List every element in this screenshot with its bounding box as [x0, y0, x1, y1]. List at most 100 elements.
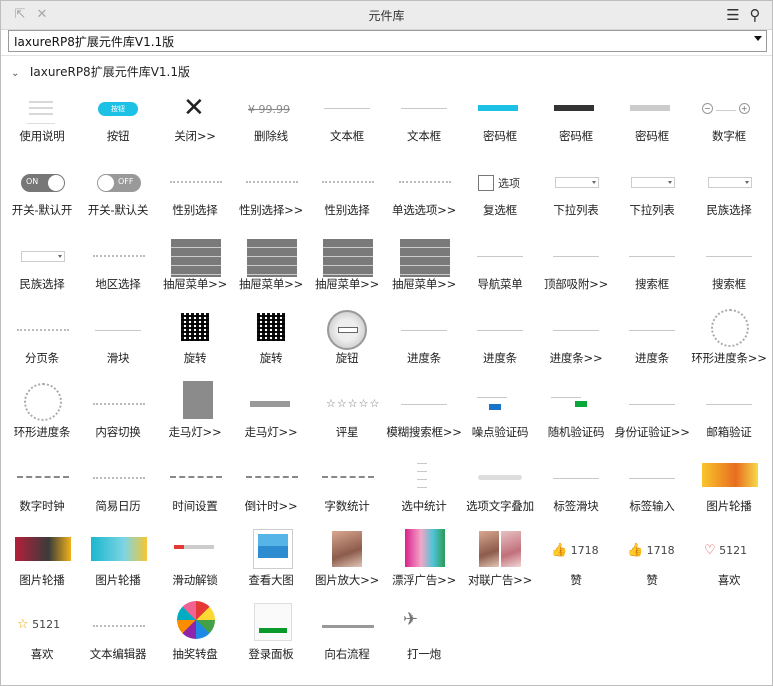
widget-item[interactable]: 滑块: [80, 309, 156, 383]
widget-label: 图片轮播: [19, 573, 65, 587]
widget-thumbnail: − +: [694, 91, 764, 127]
widget-item[interactable]: 进度条: [386, 309, 462, 383]
widget-item[interactable]: 民族选择: [4, 235, 80, 309]
widget-item[interactable]: 搜索框: [691, 235, 767, 309]
widget-item[interactable]: 👍 1718 赞: [538, 531, 614, 605]
widget-item[interactable]: 密码框: [614, 87, 690, 161]
widget-item[interactable]: 标签输入: [614, 457, 690, 531]
widget-label: 数字框: [712, 129, 746, 143]
widget-item[interactable]: 内容切换: [80, 383, 156, 457]
widget-item[interactable]: 模糊搜索框>>: [386, 383, 462, 457]
widget-item[interactable]: 对联广告>>: [462, 531, 538, 605]
widget-item[interactable]: 简易日历: [80, 457, 156, 531]
widget-item[interactable]: 密码框: [538, 87, 614, 161]
widget-item[interactable]: 环形进度条>>: [691, 309, 767, 383]
widget-item[interactable]: 数字时钟: [4, 457, 80, 531]
widget-item[interactable]: 抽屉菜单>>: [386, 235, 462, 309]
widget-item[interactable]: 向右流程: [309, 605, 385, 679]
widget-item[interactable]: 单选选项>>: [386, 161, 462, 235]
widget-item[interactable]: 👍 1718 赞: [614, 531, 690, 605]
widget-item[interactable]: 查看大图: [233, 529, 309, 605]
widget-item[interactable]: 搜索框: [614, 235, 690, 309]
library-group-label: IaxureRP8扩展元件库V1.1版: [29, 65, 190, 79]
widget-thumbnail: [541, 313, 611, 349]
widget-label: 性别选择>>: [238, 203, 304, 217]
widget-item[interactable]: 进度条>>: [538, 309, 614, 383]
widget-item[interactable]: 下拉列表: [538, 161, 614, 235]
widget-label: 时间设置: [172, 499, 218, 513]
widget-item[interactable]: 滑动解锁: [157, 531, 233, 605]
widget-item[interactable]: 文本框: [386, 87, 462, 161]
widget-thumbnail: [7, 461, 77, 497]
widget-item[interactable]: ☆☆☆☆☆ 评星: [309, 383, 385, 457]
menu-icon[interactable]: ☰: [724, 6, 742, 24]
widget-item[interactable]: 性别选择: [309, 161, 385, 235]
widget-thumbnail: ✕: [183, 93, 205, 123]
widget-thumbnail: [236, 165, 306, 201]
widget-item[interactable]: 噪点验证码: [462, 383, 538, 457]
widget-item[interactable]: 顶部吸附>>: [538, 235, 614, 309]
widget-item[interactable]: 随机验证码: [538, 383, 614, 457]
widget-item[interactable]: 按钮 按钮: [80, 87, 156, 161]
widget-item[interactable]: ☆ 5121 喜欢: [4, 605, 80, 679]
widget-item[interactable]: 文本框: [309, 87, 385, 161]
widget-item[interactable]: 环形进度条: [4, 383, 80, 457]
widget-item[interactable]: ¥ 99.99 删除线: [233, 87, 309, 161]
widget-item[interactable]: 下拉列表: [614, 161, 690, 235]
widget-item[interactable]: ✕ 关闭>>: [157, 87, 233, 161]
widget-item[interactable]: 走马灯>>: [157, 381, 233, 457]
search-icon[interactable]: ⚲: [746, 6, 764, 24]
widget-item[interactable]: 图片轮播: [80, 531, 156, 605]
widget-item[interactable]: 性别选择: [157, 161, 233, 235]
widget-item[interactable]: 抽屉菜单>>: [233, 235, 309, 309]
widget-label: 噪点验证码: [471, 425, 529, 439]
widget-item[interactable]: 图片放大>>: [309, 531, 385, 605]
widget-item[interactable]: 登录面板: [233, 603, 309, 679]
widget-label: 抽奖转盘: [172, 647, 218, 661]
widget-thumbnail: [312, 165, 382, 201]
widget-label: 标签滑块: [553, 499, 599, 513]
widget-item[interactable]: 选中统计: [386, 457, 462, 531]
widget-item[interactable]: 走马灯>>: [233, 383, 309, 457]
widget-item[interactable]: 邮箱验证: [691, 383, 767, 457]
widget-item[interactable]: 密码框: [462, 87, 538, 161]
widget-item[interactable]: 抽屉菜单>>: [157, 235, 233, 309]
widget-label: 性别选择: [324, 203, 370, 217]
widget-label: 走马灯>>: [168, 425, 222, 439]
widget-item[interactable]: 标签滑块: [538, 457, 614, 531]
widget-item[interactable]: 文本编辑器: [80, 605, 156, 679]
widget-item[interactable]: 民族选择: [691, 161, 767, 235]
widget-item[interactable]: − + 数字框: [691, 87, 767, 161]
widget-item[interactable]: 抽奖转盘: [157, 601, 233, 679]
widget-item[interactable]: 抽屉菜单>>: [309, 235, 385, 309]
widget-item[interactable]: 字数统计: [309, 457, 385, 531]
widget-item[interactable]: 倒计时>>: [233, 457, 309, 531]
widget-item[interactable]: 身份证验证>>: [614, 383, 690, 457]
widget-label: 登录面板: [248, 647, 294, 661]
widget-item[interactable]: OFF 开关-默认关: [80, 161, 156, 235]
widget-item[interactable]: 进度条: [614, 309, 690, 383]
library-dropdown[interactable]: IaxureRP8扩展元件库V1.1版: [8, 30, 767, 52]
widget-thumbnail: [236, 603, 306, 645]
widget-item[interactable]: 进度条: [462, 309, 538, 383]
widget-item[interactable]: 漂浮广告>>: [386, 529, 462, 605]
chevron-down-icon: [754, 36, 762, 41]
widget-item[interactable]: 使用说明: [4, 87, 80, 161]
library-group-header[interactable]: ⌄ IaxureRP8扩展元件库V1.1版: [11, 63, 190, 80]
widget-item[interactable]: 时间设置: [157, 457, 233, 531]
widget-item[interactable]: 分页条: [4, 309, 80, 383]
widget-thumbnail: [389, 239, 459, 277]
widget-item[interactable]: 旋转: [157, 309, 233, 383]
widget-item[interactable]: ON 开关-默认开: [4, 161, 80, 235]
widget-item[interactable]: 图片轮播: [4, 531, 80, 605]
widget-item[interactable]: 导航菜单: [462, 235, 538, 309]
widget-item[interactable]: 选项 复选框: [462, 161, 538, 235]
widget-item[interactable]: ♡ 5121 喜欢: [691, 531, 767, 605]
widget-item[interactable]: 地区选择: [80, 235, 156, 309]
widget-item[interactable]: 旋转: [233, 309, 309, 383]
widget-item[interactable]: 图片轮播: [691, 457, 767, 531]
widget-item[interactable]: 旋钮: [309, 309, 385, 383]
widget-item[interactable]: ✈ 打一炮: [386, 605, 462, 679]
widget-item[interactable]: 选项文字叠加: [462, 457, 538, 531]
widget-item[interactable]: 性别选择>>: [233, 161, 309, 235]
